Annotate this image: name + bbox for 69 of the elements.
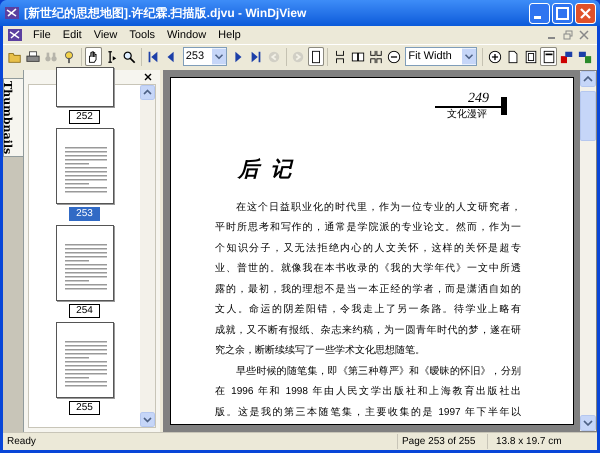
page-thumbnail[interactable] (56, 322, 114, 398)
body-text-line: 文人。命运的阴差阳错，令我走上了另一条路。待学业上略有 (215, 302, 521, 317)
page-thumbnail[interactable] (56, 128, 114, 204)
page-label[interactable]: 252 (69, 110, 100, 124)
page-status: Page 253 of 255 (397, 434, 487, 449)
body-text-line: 在这个日益职业化的时代里，作为一位专业的人文研究者， (235, 200, 521, 214)
header-marker (501, 97, 507, 115)
fit-page-icon (524, 50, 538, 64)
page-icon (506, 50, 520, 64)
single-page-button[interactable] (308, 47, 324, 66)
zoom-in-icon (488, 50, 502, 64)
scroll-down-icon[interactable] (580, 415, 596, 431)
continuous-facing-icon (368, 50, 383, 64)
menu-item[interactable]: Tools (129, 26, 156, 44)
zoom-out-icon (386, 50, 401, 64)
status-message: Ready (6, 435, 37, 449)
menu-item[interactable]: Edit (62, 26, 82, 44)
menu-item[interactable]: View (94, 26, 118, 44)
scroll-thumb[interactable] (580, 91, 596, 141)
rotate-right-icon (578, 50, 592, 64)
facing-pages-icon (350, 50, 365, 64)
body-text-line: 个知识分子，又无法拒绝内心的人文关怀，这样的关怀是超专 (215, 242, 521, 256)
page-size-status: 13.8 x 19.7 cm (487, 434, 583, 449)
body-text-line: 早些时候的随笔集，即《第三种尊严》和《暧昧的怀旧》，分别 (235, 364, 521, 378)
body-text-line: 究之余，断断续续写了一些学术文化思想随笔。 (215, 344, 425, 358)
body-text-line: 业、普世的。就像我在本书收录的《我的大学年代》一文中所透 (215, 262, 521, 276)
page-label[interactable]: 253 (69, 207, 100, 221)
scroll-up-icon[interactable] (580, 71, 596, 87)
fit-width-icon (542, 50, 556, 64)
dropdown[interactable]: 253 (182, 47, 227, 66)
page-thumbnail[interactable] (56, 225, 114, 301)
header-rule (435, 106, 501, 108)
body-text-line: 成就，又不断有报纸、杂志来约稿，为一圆青年时代的梦，遂在研 (215, 324, 521, 338)
menu-item[interactable]: Window (167, 26, 206, 44)
chapter-title: 后 记 (236, 157, 294, 183)
close-icon[interactable] (144, 73, 152, 81)
last-page-icon (249, 50, 264, 64)
minimize-icon[interactable] (529, 2, 550, 24)
page-thumbnail[interactable] (56, 67, 114, 107)
rotate-left-icon (560, 50, 574, 64)
app-icon (4, 5, 20, 21)
menu-item[interactable]: Help (218, 26, 241, 44)
scrollbar[interactable] (580, 71, 596, 431)
hand-button[interactable] (84, 47, 102, 66)
scroll-up-icon[interactable] (140, 85, 155, 100)
printer-icon (26, 50, 40, 64)
scrollbar[interactable] (140, 85, 155, 427)
section-header: 文化漫评 (447, 108, 488, 122)
binoculars-icon (44, 50, 58, 64)
body-text-line: 在 1996 年和 1998 年由人民文学出版社和上海教育出版社出 (215, 384, 521, 399)
body-text-line: 平时所思考和写作的，通常是学院派的专业论文。然而，作为一 (215, 220, 521, 235)
scroll-down-icon[interactable] (140, 412, 155, 427)
body-text-line: 露的，最初，我的理想不是当一本正经的学者，而是潇洒自如的 (215, 282, 521, 296)
body-text-line: 版。这是我的第三本随笔集，主要收集的是 1997 年下半年以 (215, 406, 521, 420)
page-label[interactable]: 254 (69, 304, 100, 318)
restore-icon[interactable] (563, 30, 573, 40)
window-title: [新世纪的思想地图].许纪霖.扫描版.djvu - WinDjView (24, 5, 308, 22)
forward-icon (291, 50, 306, 64)
dropdown[interactable]: Fit Width (405, 47, 478, 66)
maximize-icon[interactable] (552, 2, 573, 24)
page-label[interactable]: 255 (69, 401, 100, 415)
document-icon (7, 28, 23, 42)
menu-item[interactable]: File (33, 26, 51, 44)
fit-width-button[interactable] (540, 47, 558, 66)
first-page-icon (146, 50, 160, 64)
back-icon (267, 50, 282, 64)
magnifier-icon (122, 50, 136, 64)
page-number: 249 (468, 92, 490, 106)
sidebar-tab[interactable]: Thumbnails (3, 78, 23, 158)
